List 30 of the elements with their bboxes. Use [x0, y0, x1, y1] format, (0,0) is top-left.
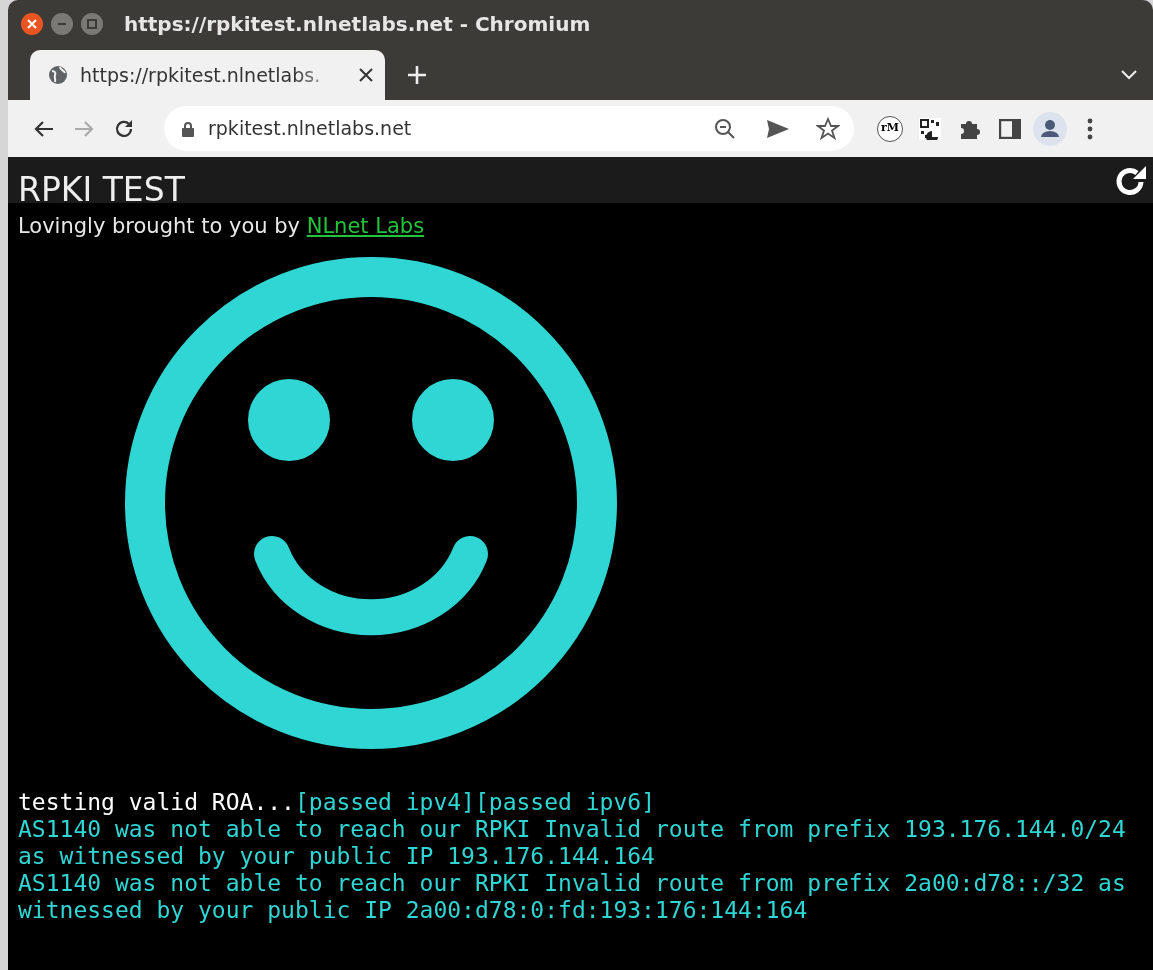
globe-icon	[48, 65, 68, 85]
refresh-icon[interactable]	[1115, 165, 1147, 197]
maximize-icon[interactable]	[80, 12, 104, 36]
close-tab-icon[interactable]	[359, 68, 373, 82]
message-text: AS1140 was not able to reach our RPKI Invalid route from prefix 2a00:d78::/32 as witnessed by your public IP 2a00:d78:0:fd:193:176:144:164	[18, 869, 1127, 924]
new-tab-icon[interactable]	[407, 65, 427, 85]
address-bar[interactable]: rpkitest.nlnetlabs.net	[164, 106, 854, 151]
link[interactable]: NLnet Labs	[306, 214, 425, 238]
page-title: RPKI TEST	[18, 173, 185, 206]
browser-tab[interactable]: https://rpkitest.nlnetlabs.	[30, 50, 385, 100]
close-window-icon[interactable]	[20, 12, 44, 36]
window-title: https://rpkitest.nlnetlabs.net - Chromium	[124, 11, 591, 38]
menu-icon[interactable]	[1087, 117, 1093, 140]
minimize-icon[interactable]	[50, 12, 74, 36]
byline-text: Lovingly brought to you by NLnet Labs	[17, 213, 426, 240]
lock-icon[interactable]	[182, 120, 194, 137]
message-text: AS1140 was not able to reach our RPKI Invalid route from prefix 193.176.144.0/24 as witnessed by your public IP 193.176.144.164	[18, 815, 1127, 870]
side-panel-icon[interactable]	[999, 118, 1021, 139]
url-text[interactable]: rpkitest.nlnetlabs.net	[208, 114, 700, 143]
send-icon[interactable]	[766, 118, 790, 139]
chevron-down-icon[interactable]	[1121, 70, 1137, 80]
zoom-out-icon[interactable]	[714, 117, 736, 140]
result-text: [passed ipv6]	[474, 788, 655, 815]
star-icon[interactable]	[816, 116, 840, 141]
profile-icon[interactable]	[1033, 111, 1067, 146]
status-text: testing valid ROA...	[18, 788, 295, 815]
smiley-icon	[125, 256, 617, 749]
qr-code-icon[interactable]	[919, 117, 941, 140]
result-text: [passed ipv4]	[294, 788, 475, 815]
extension-badge[interactable]: rM	[877, 115, 903, 142]
